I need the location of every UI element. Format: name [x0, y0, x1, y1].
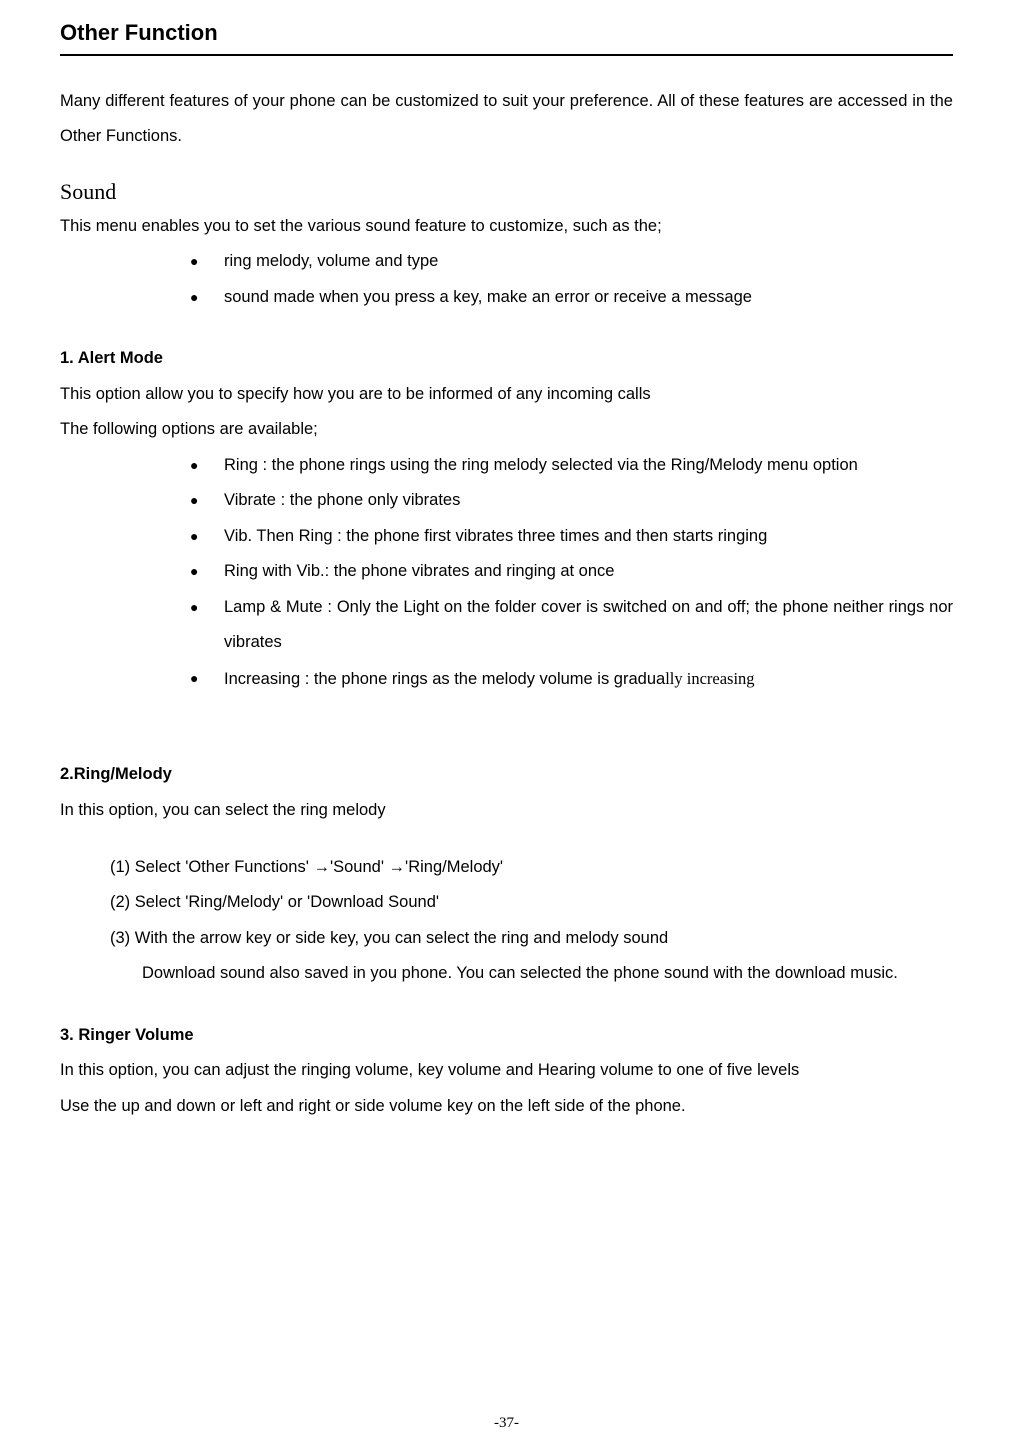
sound-bullet-list: ring melody, volume and type sound made …: [190, 244, 953, 315]
step-1: (1) Select 'Other Functions' →'Sound' →'…: [110, 850, 953, 885]
title-divider: [60, 54, 953, 56]
alert-mode-bullet-list: Ring : the phone rings using the ring me…: [190, 448, 953, 697]
list-item: Ring with Vib.: the phone vibrates and r…: [190, 554, 953, 589]
increasing-prefix: Increasing : the phone rings as the melo…: [224, 670, 665, 688]
download-note: Download sound also saved in you phone. …: [142, 956, 953, 991]
increasing-suffix: lly increasing: [665, 669, 754, 688]
sound-heading: Sound: [60, 179, 953, 205]
alert-mode-heading: 1. Alert Mode: [60, 341, 953, 376]
ringer-volume-line2: Use the up and down or left and right or…: [60, 1089, 953, 1124]
list-item: Increasing : the phone rings as the melo…: [190, 661, 953, 697]
step-2: (2) Select 'Ring/Melody' or 'Download So…: [110, 885, 953, 920]
intro-paragraph: Many different features of your phone ca…: [60, 84, 953, 155]
ringer-volume-line1: In this option, you can adjust the ringi…: [60, 1053, 953, 1088]
list-item: Ring : the phone rings using the ring me…: [190, 448, 953, 483]
list-item: Lamp & Mute : Only the Light on the fold…: [190, 590, 953, 661]
ring-melody-heading: 2.Ring/Melody: [60, 757, 953, 792]
sound-intro: This menu enables you to set the various…: [60, 209, 953, 244]
alert-mode-line2: The following options are available;: [60, 412, 953, 447]
list-item: ring melody, volume and type: [190, 244, 953, 279]
step-3: (3) With the arrow key or side key, you …: [110, 921, 953, 956]
ringer-volume-heading: 3. Ringer Volume: [60, 1018, 953, 1053]
ring-melody-intro: In this option, you can select the ring …: [60, 793, 953, 828]
list-item: sound made when you press a key, make an…: [190, 280, 953, 315]
list-item: Vibrate : the phone only vibrates: [190, 483, 953, 518]
page-number: -37-: [0, 1415, 1013, 1432]
alert-mode-line1: This option allow you to specify how you…: [60, 377, 953, 412]
list-item: Vib. Then Ring : the phone first vibrate…: [190, 519, 953, 554]
page-title: Other Function: [60, 20, 953, 46]
